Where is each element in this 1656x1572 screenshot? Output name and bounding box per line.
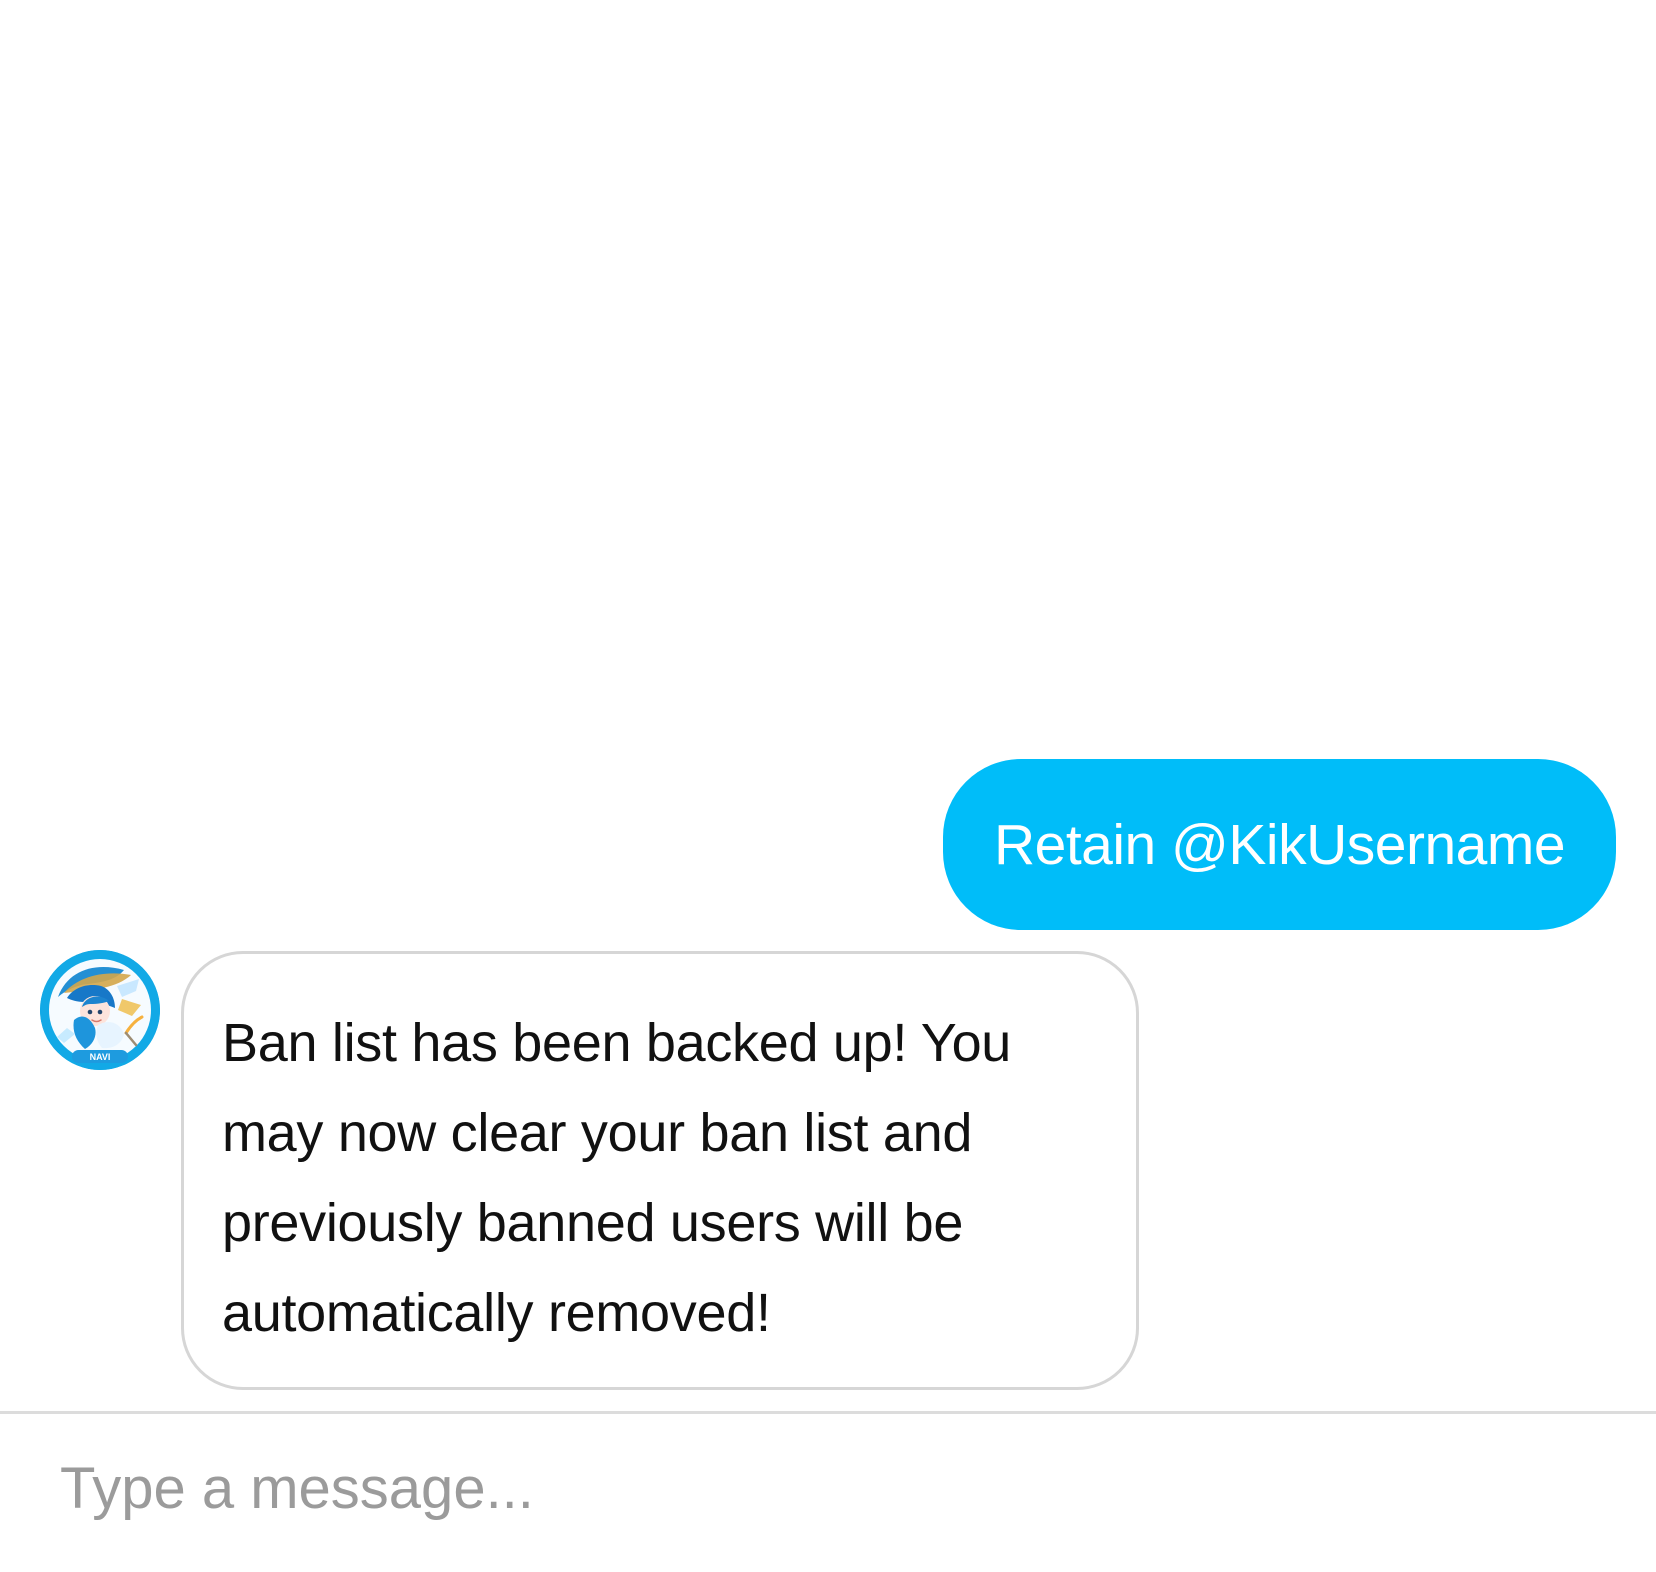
- svg-text:NAVI: NAVI: [90, 1052, 111, 1062]
- incoming-message-bubble[interactable]: Ban list has been backed up! You may now…: [181, 951, 1139, 1390]
- incoming-message-text: Ban list has been backed up! You may now…: [222, 1013, 1012, 1343]
- outgoing-message-text: Retain @KikUsername: [993, 812, 1566, 877]
- message-input[interactable]: [60, 1452, 1620, 1524]
- bot-avatar-icon: NAVI: [40, 950, 160, 1070]
- message-list[interactable]: Retain @KikUsername NAVI Ban list has be…: [0, 0, 1656, 1412]
- chat-screen: Retain @KikUsername NAVI Ban list has be…: [0, 0, 1656, 1572]
- bot-avatar[interactable]: NAVI: [40, 950, 160, 1070]
- outgoing-message-bubble[interactable]: Retain @KikUsername: [943, 759, 1616, 930]
- message-composer[interactable]: [0, 1414, 1656, 1572]
